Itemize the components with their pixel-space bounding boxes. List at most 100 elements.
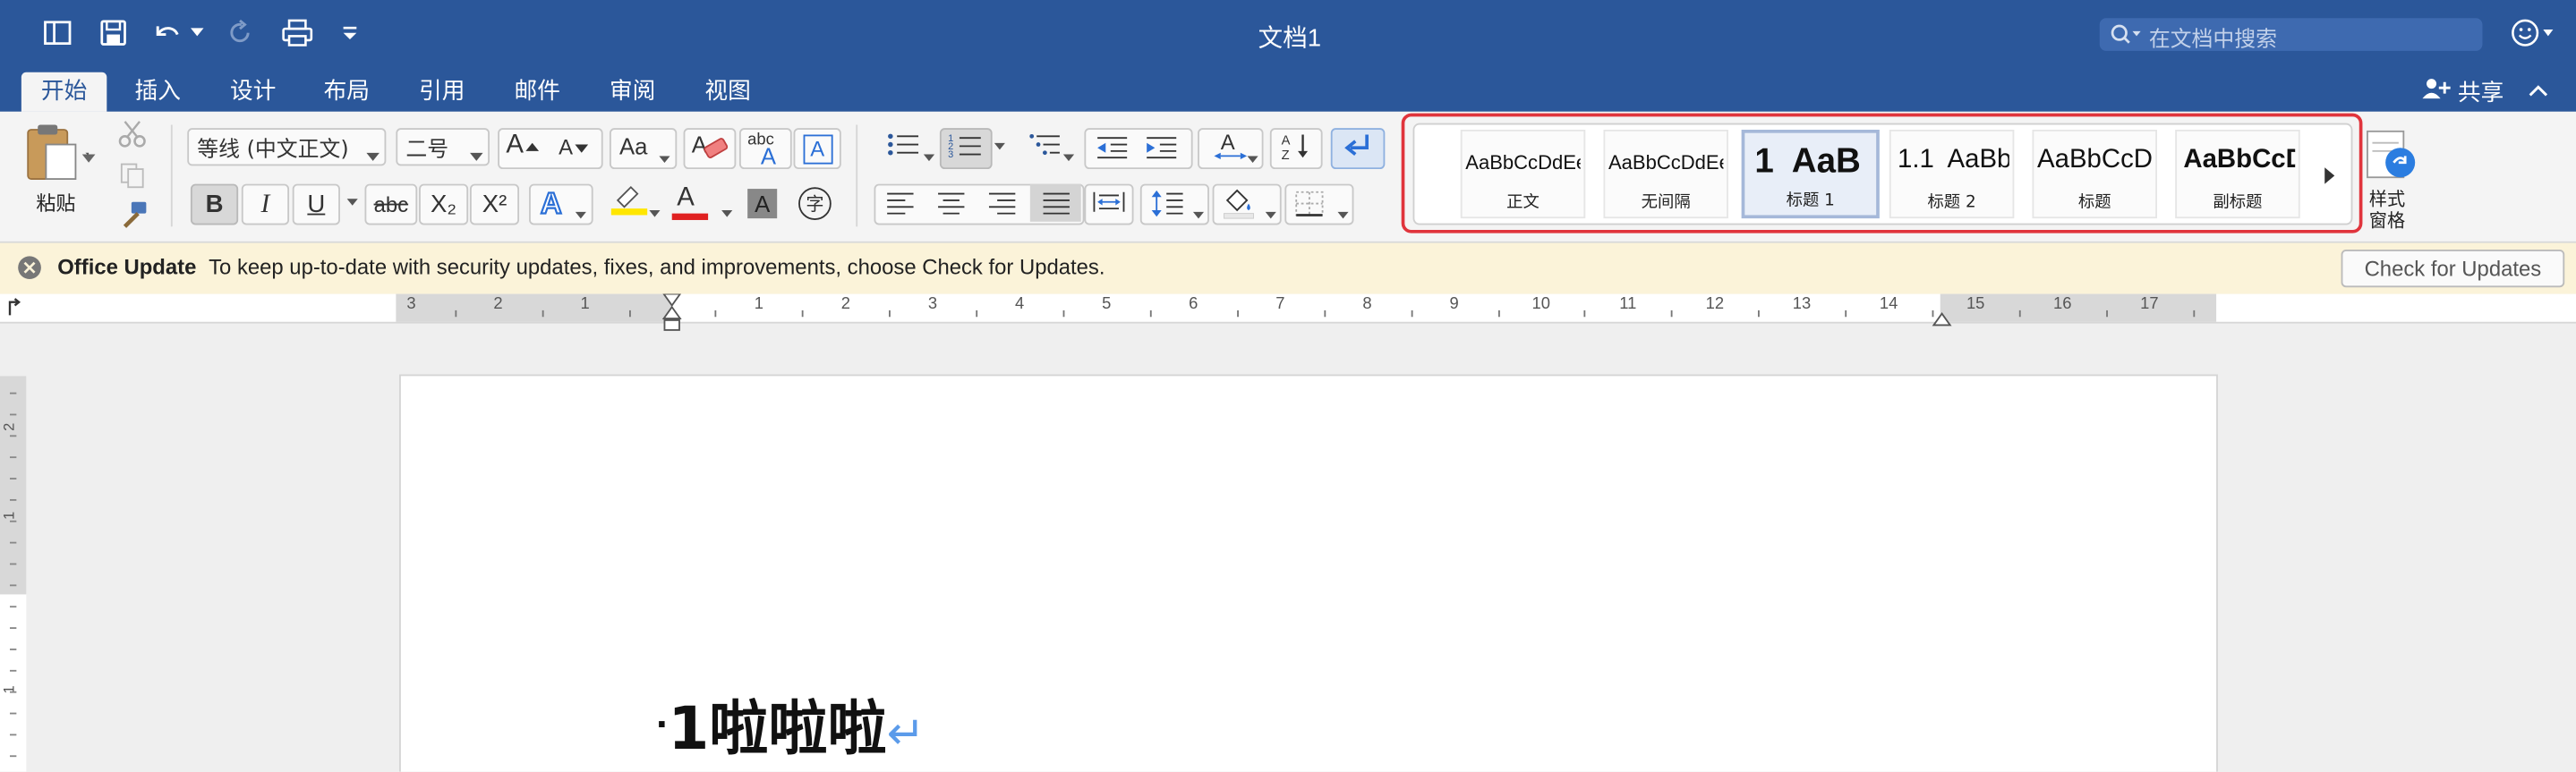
chevron-down-icon <box>1062 141 1075 167</box>
ruler-number: 6 <box>1189 295 1198 314</box>
tab-home[interactable]: 开始 <box>21 72 107 112</box>
numbering-dropdown-icon[interactable] <box>991 128 1007 165</box>
dismiss-infobar-icon[interactable] <box>16 255 42 290</box>
align-center-icon[interactable] <box>934 191 968 222</box>
chevron-down-icon <box>659 143 670 169</box>
copy-icon[interactable] <box>118 161 148 199</box>
text-effects-button[interactable]: A <box>529 183 593 225</box>
tab-selector-icon[interactable] <box>4 295 23 325</box>
highlight-button[interactable] <box>596 184 661 222</box>
character-shading-button[interactable]: A <box>743 184 782 222</box>
vertical-ruler-tick <box>10 563 17 565</box>
tab-review[interactable]: 审阅 <box>594 72 670 112</box>
sort-button[interactable]: AZ <box>1269 128 1323 170</box>
font-color-button[interactable]: A <box>665 184 734 222</box>
underline-button[interactable]: U <box>292 183 340 225</box>
show-formatting-marks-button[interactable] <box>1330 128 1386 170</box>
print-icon[interactable] <box>277 13 317 53</box>
ruler-number: 1 <box>580 295 590 314</box>
enclose-characters-button[interactable]: 字 <box>792 184 838 222</box>
update-infobar: Office Update To keep up-to-date with se… <box>0 242 2576 296</box>
account-icon[interactable] <box>2509 13 2558 53</box>
distributed-button[interactable] <box>1084 183 1134 225</box>
tab-insert[interactable]: 插入 <box>120 72 195 112</box>
ruler-number: 1 <box>754 295 763 314</box>
clipboard-icon <box>23 123 96 191</box>
borders-button[interactable] <box>1284 183 1354 225</box>
phonetic-a-label: A <box>760 142 776 170</box>
italic-button[interactable]: I <box>241 183 290 225</box>
tab-layout[interactable]: 布局 <box>309 72 384 112</box>
search-box[interactable]: 在文档中搜索 <box>2099 18 2483 53</box>
redo-icon[interactable] <box>222 13 261 53</box>
increase-indent-icon[interactable] <box>1144 133 1180 168</box>
multilevel-list-button[interactable] <box>1014 128 1077 165</box>
grow-font-button[interactable]: A <box>506 131 539 161</box>
share-button[interactable]: 共享 <box>2422 75 2503 108</box>
tab-references[interactable]: 引用 <box>405 72 480 112</box>
heading-1-paragraph[interactable]: ·1啦啦啦↵ <box>655 682 925 767</box>
ribbon-separator <box>856 124 858 227</box>
ruler-tick <box>1062 310 1065 318</box>
undo-icon[interactable] <box>148 13 187 53</box>
align-left-icon[interactable] <box>883 191 917 222</box>
bold-button[interactable]: B <box>190 183 239 225</box>
font-size-select[interactable]: 二号 <box>396 128 490 166</box>
styles-pane-button[interactable]: 样式 窗格 <box>2366 126 2421 232</box>
phonetic-guide-button[interactable]: abc A <box>738 128 792 170</box>
save-icon[interactable] <box>94 13 133 53</box>
text-direction-button[interactable]: A <box>1198 128 1264 170</box>
paste-dropdown-icon[interactable] <box>81 143 96 173</box>
character-border-label: A <box>802 133 832 164</box>
shading-button[interactable] <box>1212 183 1282 225</box>
justify-icon[interactable] <box>1029 183 1081 222</box>
chevron-down-icon <box>721 197 733 223</box>
underline-dropdown-icon[interactable] <box>344 184 360 222</box>
first-line-indent-marker[interactable] <box>661 293 682 342</box>
right-indent-marker[interactable] <box>1932 307 1952 336</box>
tab-design[interactable]: 设计 <box>215 72 290 112</box>
change-case-button[interactable]: Aa <box>609 128 678 170</box>
ruler-tick <box>2105 310 2108 318</box>
font-size-value: 二号 <box>405 138 449 163</box>
styles-pane-icon <box>2366 126 2418 193</box>
vertical-ruler[interactable]: 211 <box>0 376 27 772</box>
horizontal-ruler[interactable]: 3 2 1 1 2 3 4 5 6 7 8 9 10 11 12 13 14 15 16 17 <box>0 293 2576 331</box>
superscript-button[interactable]: X² <box>469 183 520 225</box>
character-border-button[interactable]: A <box>793 128 841 170</box>
ruler-number: 2 <box>493 295 503 314</box>
cut-icon[interactable] <box>116 120 149 157</box>
line-spacing-button[interactable] <box>1139 183 1209 225</box>
strikethrough-button[interactable]: abc <box>364 183 418 225</box>
bullets-button[interactable] <box>871 128 936 165</box>
font-name-select[interactable]: 等线 (中文正文) <box>187 128 387 166</box>
tab-view[interactable]: 视图 <box>690 72 765 112</box>
subscript-button[interactable]: X₂ <box>419 183 469 225</box>
enclose-characters-label: 字 <box>798 186 832 220</box>
font-name-value: 等线 (中文正文) <box>197 138 349 163</box>
chevron-down-icon <box>1337 199 1349 225</box>
document-page[interactable]: ·1啦啦啦↵ <box>399 374 2218 772</box>
customize-qat-icon[interactable] <box>335 13 364 53</box>
chevron-down-icon <box>923 141 935 167</box>
ruler-number: 17 <box>2140 295 2159 314</box>
ruler-tick <box>976 310 978 318</box>
tab-mailings[interactable]: 邮件 <box>499 72 575 112</box>
check-for-updates-button[interactable]: Check for Updates <box>2341 249 2565 288</box>
clear-formatting-button[interactable]: A <box>683 128 737 170</box>
sidebar-toggle-icon[interactable] <box>38 13 77 53</box>
undo-dropdown-icon[interactable] <box>185 13 209 53</box>
ruler-tick <box>1149 310 1152 318</box>
infobar-title: Office Update <box>57 254 197 280</box>
decrease-indent-icon[interactable] <box>1094 133 1130 168</box>
alignment-group <box>874 183 1085 225</box>
align-right-icon[interactable] <box>985 191 1019 222</box>
svg-text:A: A <box>1221 131 1235 155</box>
numbered-list-icon: 123 <box>948 131 984 166</box>
ruler-number: 3 <box>927 295 938 314</box>
collapse-ribbon-icon[interactable] <box>2527 79 2550 108</box>
format-painter-icon[interactable] <box>116 200 149 238</box>
ruler-tick <box>1497 310 1499 318</box>
numbering-button[interactable]: 123 <box>939 128 993 170</box>
shrink-font-button[interactable]: A <box>559 135 588 159</box>
